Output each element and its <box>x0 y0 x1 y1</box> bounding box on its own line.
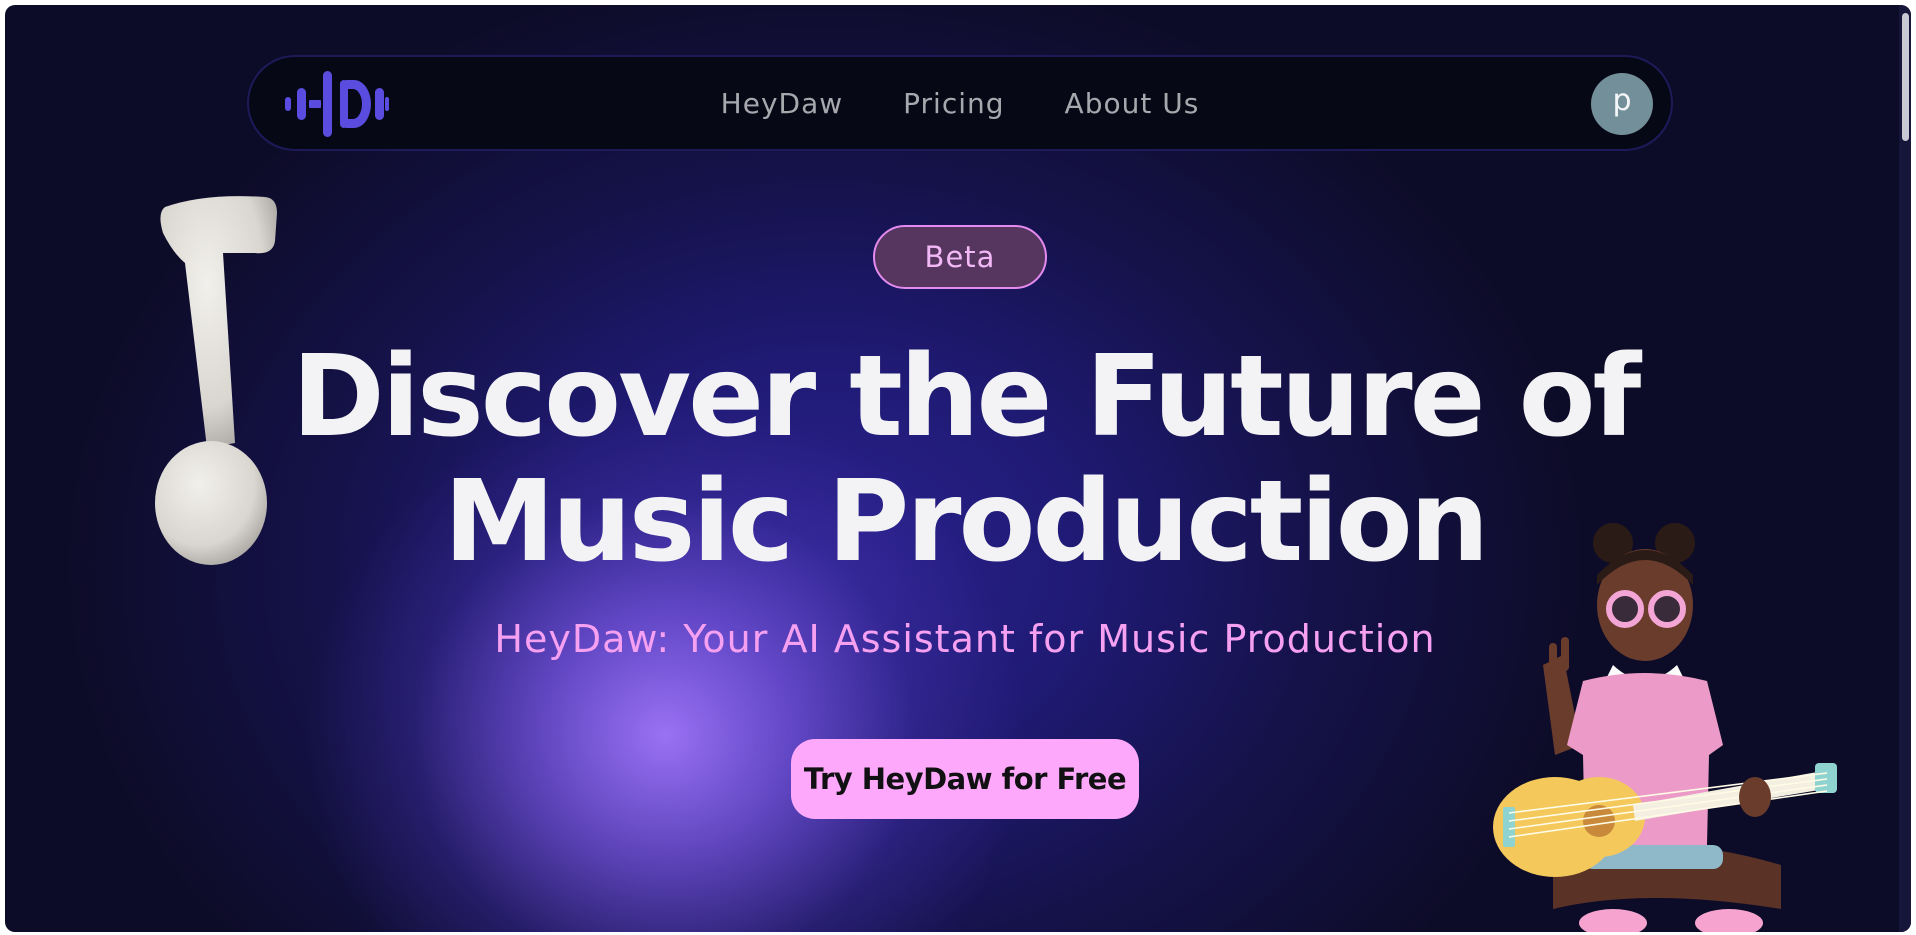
nav-link-heydaw[interactable]: HeyDaw <box>721 87 843 120</box>
hero-subtitle: HeyDaw: Your AI Assistant for Music Prod… <box>494 617 1436 661</box>
nav-link-about-us[interactable]: About Us <box>1065 87 1200 120</box>
avatar-letter: p <box>1612 83 1632 118</box>
user-avatar[interactable]: p <box>1591 73 1653 135</box>
nav-link-pricing[interactable]: Pricing <box>903 87 1004 120</box>
beta-badge-label: Beta <box>924 240 996 274</box>
hero-title-line-1: Discover the Future of <box>291 332 1642 462</box>
navbar: HeyDaw Pricing About Us p <box>247 55 1673 151</box>
page-frame: HeyDaw Pricing About Us p Beta Discover … <box>5 5 1911 932</box>
heydaw-logo-icon[interactable] <box>285 71 389 137</box>
scrollbar-track[interactable] <box>1899 5 1911 932</box>
try-for-free-button[interactable]: Try HeyDaw for Free <box>791 739 1139 819</box>
beta-badge: Beta <box>873 225 1047 289</box>
scrollbar-thumb[interactable] <box>1902 13 1909 141</box>
nav-links: HeyDaw Pricing About Us <box>249 57 1671 149</box>
guitar-character-illustration <box>1493 523 1837 932</box>
